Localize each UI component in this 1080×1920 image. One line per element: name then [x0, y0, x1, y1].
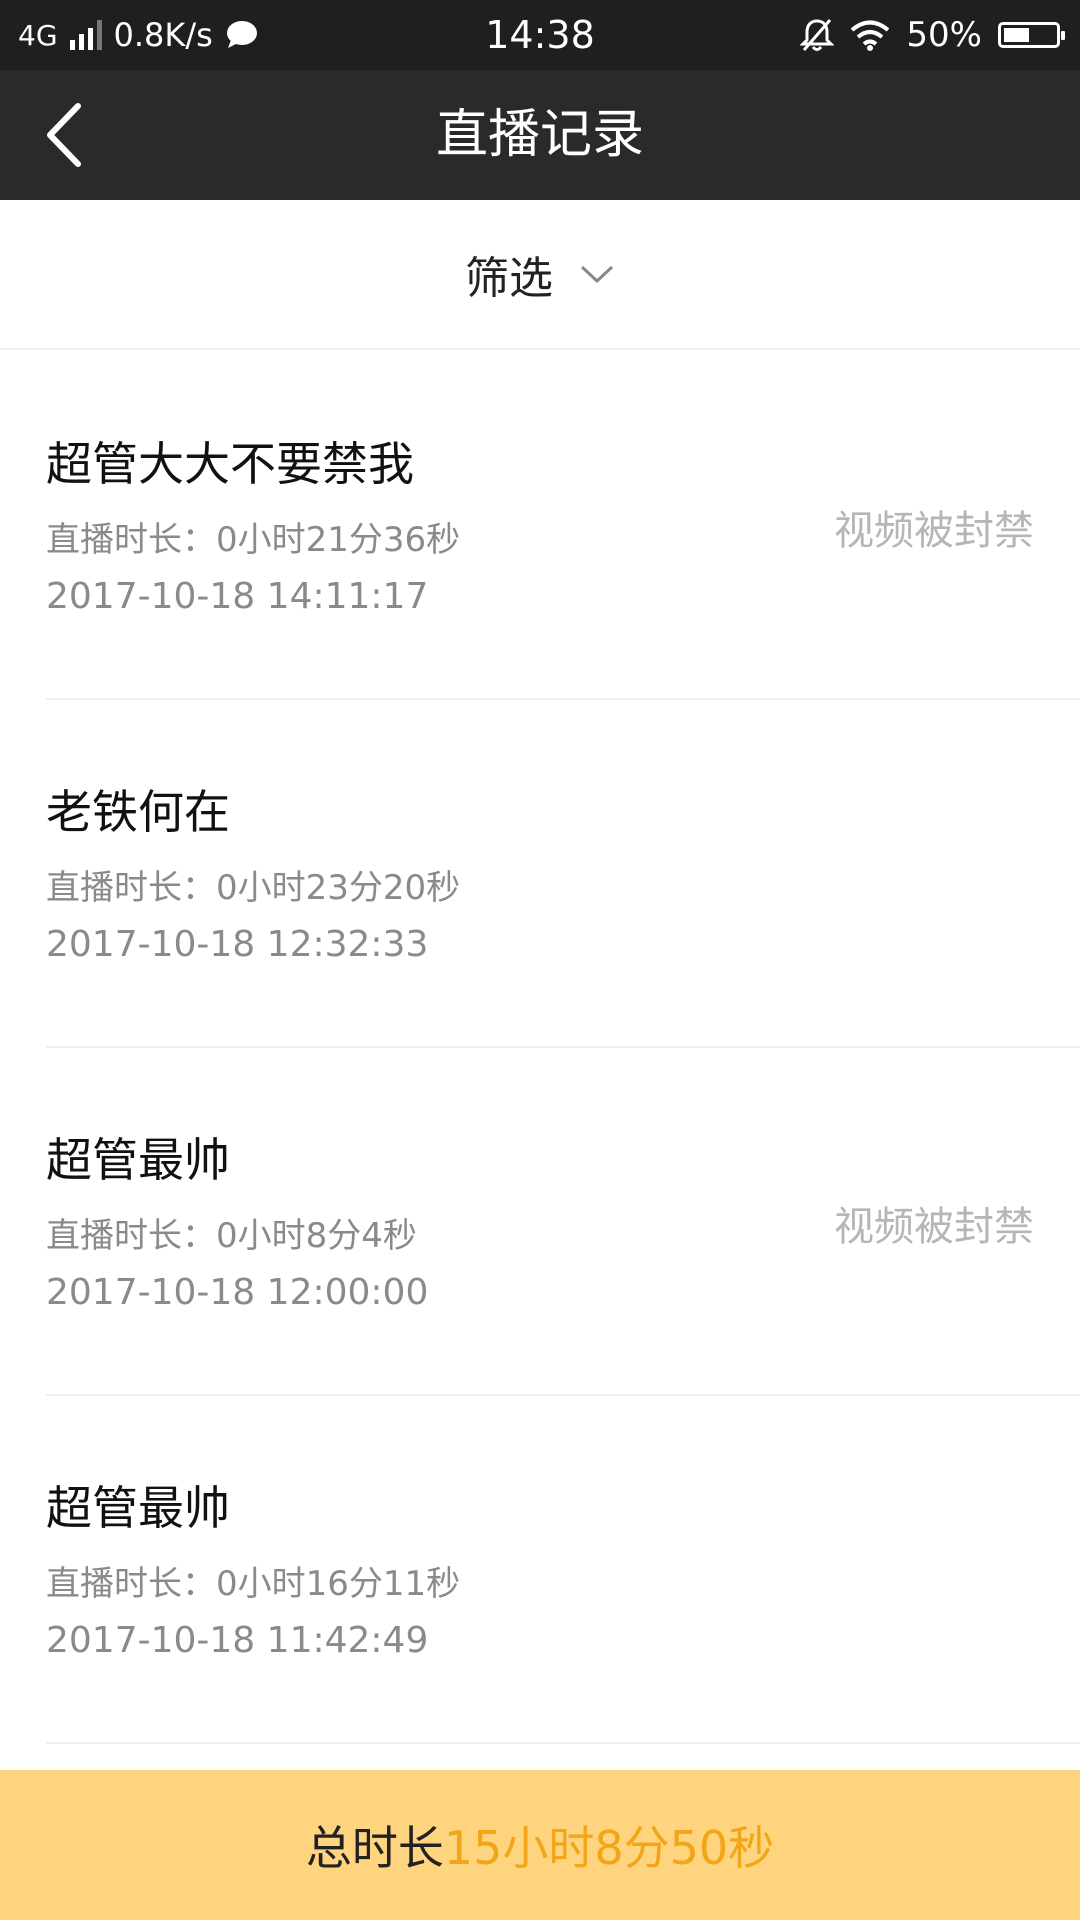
nav-bar: 直播记录 — [0, 70, 1080, 200]
record-status: 视频被封禁 — [834, 508, 1034, 554]
page-title: 直播记录 — [435, 105, 644, 165]
record-datetime: 2017-10-18 11:42:49 — [46, 1620, 429, 1661]
record-duration: 直播时长：0小时8分4秒 — [46, 1216, 417, 1256]
wifi-icon — [851, 20, 890, 51]
battery-percent: 50% — [906, 15, 982, 55]
record-duration: 直播时长：0小时21分36秒 — [46, 520, 461, 560]
total-duration-value: 15小时8分50秒 — [443, 1821, 775, 1875]
list-item[interactable]: 超管大大不要禁我 直播时长：0小时21分36秒 2017-10-18 14:11… — [0, 352, 1080, 700]
mute-bell-icon — [800, 19, 835, 51]
record-datetime: 2017-10-18 12:32:33 — [46, 924, 429, 965]
status-right: 50% — [800, 0, 1065, 70]
list-item[interactable]: 超管最帅 直播时长：0小时8分4秒 2017-10-18 12:00:00 视频… — [0, 1048, 1080, 1396]
record-status: 视频被封禁 — [834, 1204, 1034, 1250]
battery-icon — [998, 22, 1065, 48]
total-duration-bar: 总时长 15小时8分50秒 — [0, 1770, 1080, 1920]
record-duration: 直播时长：0小时23分20秒 — [46, 868, 461, 908]
filter-button[interactable]: 筛选 — [0, 200, 1080, 350]
list-item[interactable]: 超管最帅 直播时长：0小时16分11秒 2017-10-18 11:42:49 — [0, 1396, 1080, 1744]
record-title: 超管最帅 — [46, 1133, 230, 1187]
record-datetime: 2017-10-18 14:11:17 — [46, 576, 429, 617]
battery-fill — [1004, 28, 1029, 42]
record-datetime: 2017-10-18 12:00:00 — [46, 1272, 429, 1313]
filter-label: 筛选 — [465, 253, 553, 304]
record-title: 老铁何在 — [46, 785, 230, 839]
list-item[interactable]: 老铁何在 直播时长：0小时23分20秒 2017-10-18 12:32:33 — [0, 700, 1080, 1048]
total-duration-label: 总时长 — [305, 1821, 444, 1875]
record-title: 超管最帅 — [46, 1481, 230, 1535]
record-title: 超管大大不要禁我 — [46, 437, 414, 491]
status-bar: 4G 0.8K/s 14:38 50% — [0, 0, 1080, 70]
record-duration: 直播时长：0小时16分11秒 — [46, 1564, 461, 1604]
chevron-down-icon — [580, 265, 614, 284]
divider — [46, 1742, 1080, 1744]
